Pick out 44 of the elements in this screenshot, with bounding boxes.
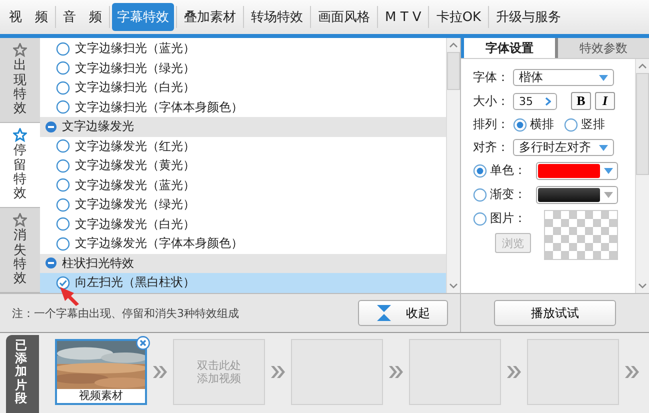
main-tab[interactable]: 卡拉OK (431, 3, 486, 31)
main-tab[interactable]: 音 频 (58, 3, 107, 31)
effect-item[interactable]: 文字边缘发光（红光） (40, 136, 446, 156)
radio-option[interactable]: 竖排 (564, 116, 605, 133)
align-dropdown[interactable]: 多行时左对齐 (513, 139, 614, 156)
effect-item[interactable]: 文字边缘发光（绿光） (40, 195, 446, 214)
effect-item[interactable]: 文字边缘发光（蓝光） (40, 176, 446, 195)
size-field[interactable]: 35 (513, 92, 557, 110)
effect-item[interactable]: 文字边缘发光（字体本身颜色） (40, 234, 446, 254)
main-tab[interactable]: 字幕特效 (112, 3, 174, 31)
effect-item[interactable]: 文字边缘扫光（绿光） (40, 58, 446, 78)
field-label: 字体： (473, 69, 509, 86)
field-label: 对齐： (473, 139, 509, 156)
play-button[interactable]: 播放试试 (494, 300, 616, 326)
italic-button[interactable]: I (595, 92, 615, 110)
radio-option[interactable]: 渐变： (473, 186, 526, 203)
settings-tab[interactable]: 字体设置 (461, 38, 555, 58)
effect-item[interactable]: 文字边缘发光（白光） (40, 214, 446, 234)
group-header[interactable]: 文字边缘发光 (40, 117, 446, 136)
font-dropdown[interactable]: 楷体 (513, 69, 614, 86)
radio-option[interactable]: 横排 (513, 116, 554, 133)
main-tab[interactable]: 升级与服务 (491, 3, 566, 31)
main-tab[interactable]: 视 频 (4, 3, 53, 31)
effect-item[interactable]: 向左扫光（黑白柱状） (40, 273, 446, 292)
radio-option[interactable]: 图片： (473, 210, 526, 227)
radio-option[interactable]: 单色： (473, 162, 526, 179)
field-label: 排列： (473, 116, 509, 133)
collapse-button[interactable]: 收起 (358, 300, 448, 326)
video-clip[interactable]: 视频素材 (55, 339, 147, 405)
note-text: 注：一个字幕由出现、停留和消失3种特效组成 (12, 306, 239, 320)
main-tab[interactable]: 叠加素材 (179, 3, 241, 31)
effect-item[interactable]: 文字边缘扫光（蓝光） (40, 39, 446, 58)
effect-item[interactable]: 文字边缘发光（黄光） (40, 156, 446, 176)
effect-item[interactable]: 文字边缘扫光（字体本身颜色） (40, 98, 446, 117)
main-tab[interactable]: 转场特效 (246, 3, 308, 31)
group-header[interactable]: 柱状扫光特效 (40, 254, 446, 273)
settings-tab[interactable]: 特效参数 (555, 38, 649, 58)
effect-item[interactable]: 文字边缘扫光（白光） (40, 78, 446, 98)
main-tab[interactable]: 画面风格 (313, 3, 375, 31)
side-tab[interactable]: 停留特效 (0, 123, 40, 208)
main-tab[interactable]: M T V (380, 4, 426, 30)
bold-button[interactable]: B (571, 92, 591, 110)
field-label: 大小： (473, 92, 509, 110)
timeline-label: 已添加片段 (6, 335, 39, 413)
